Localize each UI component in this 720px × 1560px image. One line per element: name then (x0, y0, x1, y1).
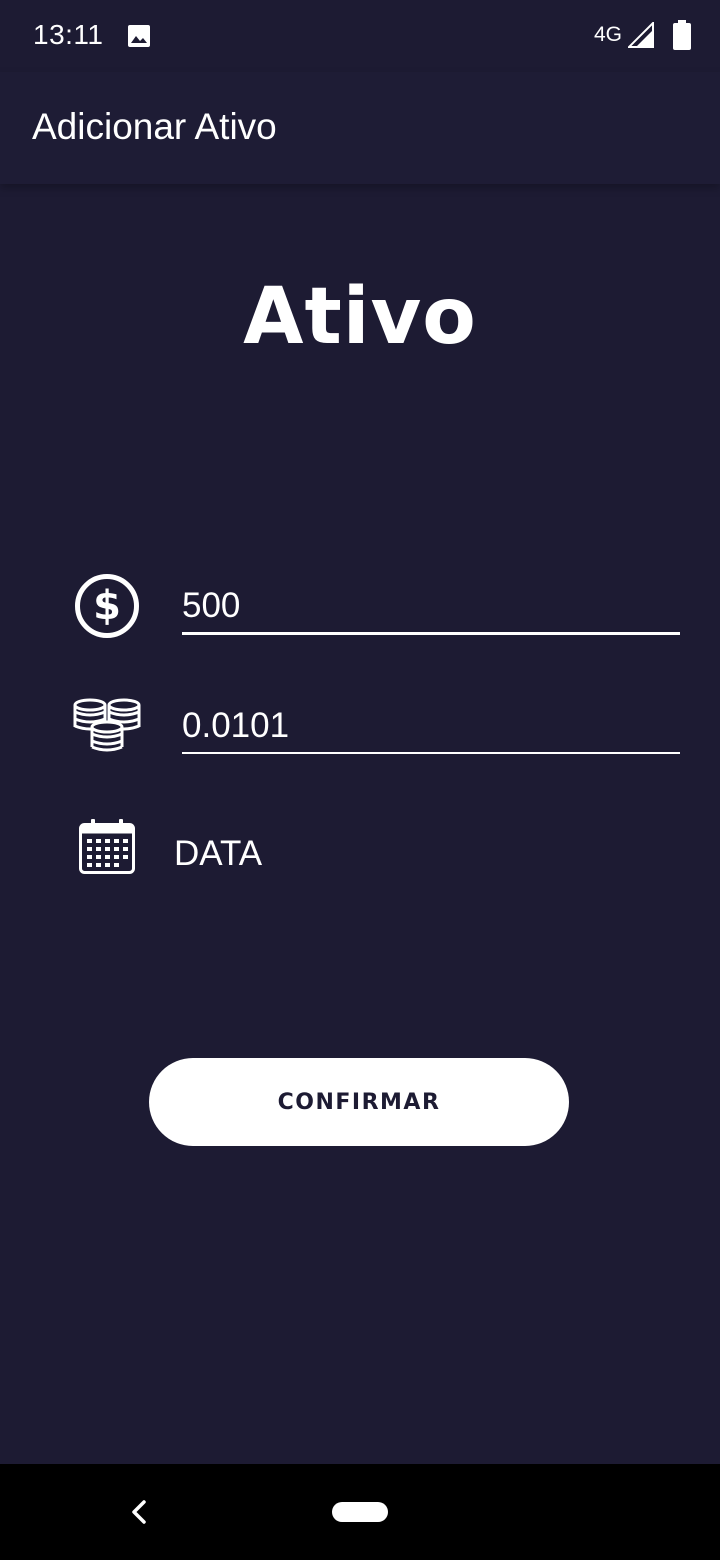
dollar-circle-icon: $ (75, 574, 139, 638)
signal-icon (628, 22, 654, 48)
battery-icon (673, 20, 691, 50)
date-button[interactable]: DATA (174, 834, 262, 874)
network-type: 4G (593, 23, 622, 46)
amount-input[interactable] (182, 586, 680, 632)
quantity-field[interactable] (182, 706, 680, 754)
home-icon[interactable] (332, 1502, 388, 1522)
confirm-button[interactable]: CONFIRMAR (149, 1058, 569, 1146)
image-icon (128, 25, 150, 47)
calendar-icon[interactable] (78, 817, 136, 875)
page-title: Ativo (243, 272, 477, 362)
amount-field[interactable] (182, 586, 680, 635)
app-title: Adicionar Ativo (32, 106, 277, 147)
coins-stack-icon (73, 698, 141, 752)
amount-underline (182, 632, 680, 635)
status-right: 4G (594, 20, 692, 50)
navigation-bar (0, 1464, 720, 1560)
status-bar: 13:11 4G (0, 0, 720, 72)
svg-text:$: $ (93, 583, 121, 629)
quantity-underline (182, 752, 680, 754)
back-icon[interactable] (120, 1492, 160, 1532)
quantity-input[interactable] (182, 706, 680, 752)
app-bar: Adicionar Ativo (0, 72, 720, 184)
status-time: 13:11 (33, 19, 104, 50)
